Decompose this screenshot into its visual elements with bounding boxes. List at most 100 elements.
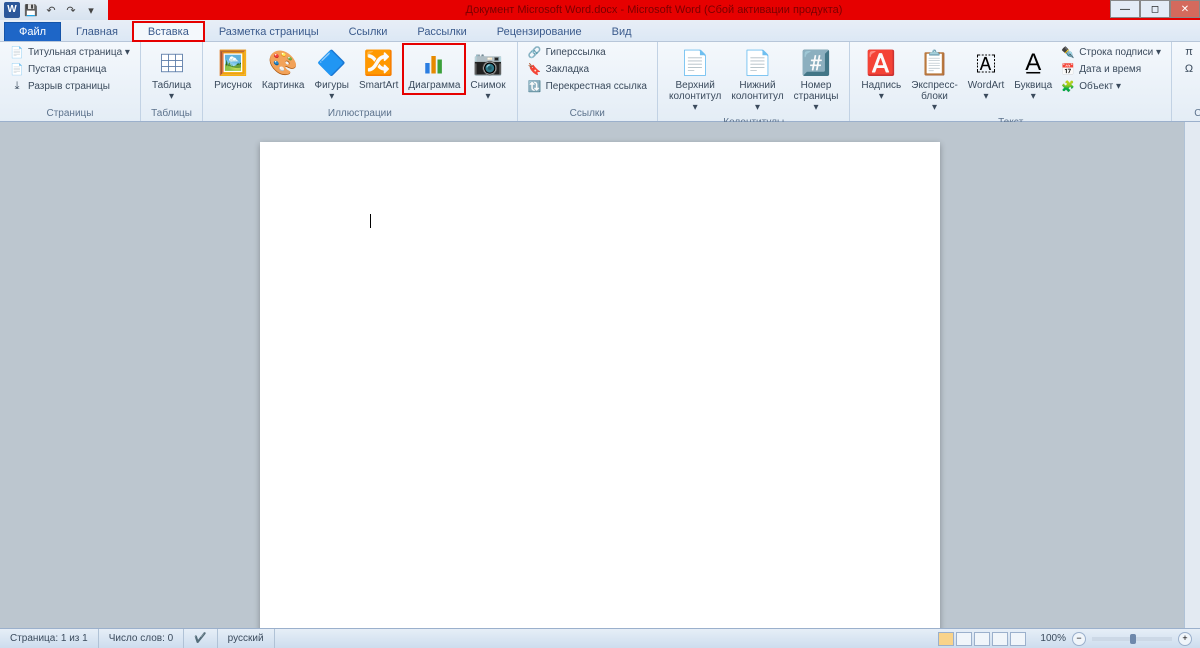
tab-file[interactable]: Файл (4, 22, 61, 41)
group-label-pages: Страницы (6, 107, 134, 121)
clipart-icon: 🎨 (267, 47, 299, 79)
undo-button[interactable]: ↶ (42, 2, 60, 18)
screenshot-button[interactable]: 📷Снимок ▾ (465, 44, 510, 105)
page-number-button[interactable]: #️⃣Номер страницы ▾ (789, 44, 844, 116)
view-switcher (932, 632, 1032, 646)
signature-line-button[interactable]: ✒️Строка подписи ▾ (1057, 44, 1165, 60)
crossref-icon: 🔃 (528, 79, 542, 93)
picture-icon: 🖼️ (217, 47, 249, 79)
group-symbols: πФормула ▾ ΩСимвол ▾ Символы (1172, 42, 1200, 121)
clipart-button[interactable]: 🎨Картинка (257, 44, 310, 94)
signature-icon: ✒️ (1061, 45, 1075, 59)
title-bar: W 💾 ↶ ↷ ▾ Документ Microsoft Word.docx -… (0, 0, 1200, 20)
table-icon (156, 47, 188, 79)
group-tables: Таблица ▾ Таблицы (141, 42, 203, 121)
datetime-button[interactable]: 📅Дата и время (1057, 61, 1165, 77)
footer-button[interactable]: 📄Нижний колонтитул ▾ (726, 44, 788, 116)
zoom-slider-thumb[interactable] (1130, 634, 1136, 644)
view-outline[interactable] (992, 632, 1008, 646)
quick-access-toolbar: W 💾 ↶ ↷ ▾ (0, 0, 104, 20)
status-page[interactable]: Страница: 1 из 1 (0, 629, 99, 648)
picture-button[interactable]: 🖼️Рисунок (209, 44, 257, 94)
save-button[interactable]: 💾 (22, 2, 40, 18)
blank-page-icon: 📄 (10, 62, 24, 76)
view-web-layout[interactable] (974, 632, 990, 646)
zoom-control: 100% − + (1032, 632, 1200, 646)
vertical-scrollbar[interactable] (1184, 122, 1200, 628)
quickparts-button[interactable]: 📋Экспресс-блоки ▾ (906, 44, 963, 116)
status-word-count[interactable]: Число слов: 0 (99, 629, 184, 648)
tab-mailings[interactable]: Рассылки (402, 22, 481, 41)
redo-button[interactable]: ↷ (62, 2, 80, 18)
document-page[interactable] (260, 142, 940, 628)
page-break-button[interactable]: ⤓Разрыв страницы (6, 78, 134, 94)
status-proofing[interactable]: ✔️ (184, 629, 217, 648)
textbox-button[interactable]: 🅰️Надпись ▾ (856, 44, 906, 105)
bookmark-button[interactable]: 🔖Закладка (524, 61, 651, 77)
smartart-button[interactable]: 🔀SmartArt (354, 44, 403, 94)
wordart-icon: 🇦 (970, 47, 1002, 79)
page-number-icon: #️⃣ (800, 47, 832, 79)
tab-view[interactable]: Вид (597, 22, 647, 41)
chart-icon (418, 47, 450, 79)
wordart-button[interactable]: 🇦WordArt ▾ (963, 44, 1010, 105)
qat-customize-button[interactable]: ▾ (82, 2, 100, 18)
hyperlink-icon: 🔗 (528, 45, 542, 59)
group-text: 🅰️Надпись ▾ 📋Экспресс-блоки ▾ 🇦WordArt ▾… (850, 42, 1172, 121)
ribbon: 📄Титульная страница ▾ 📄Пустая страница ⤓… (0, 42, 1200, 122)
object-icon: 🧩 (1061, 79, 1075, 93)
header-icon: 📄 (679, 47, 711, 79)
group-label-links: Ссылки (524, 107, 651, 121)
view-full-screen[interactable] (956, 632, 972, 646)
shapes-icon: 🔷 (316, 47, 348, 79)
tab-page-layout[interactable]: Разметка страницы (204, 22, 334, 41)
tab-insert[interactable]: Вставка (133, 22, 204, 41)
status-bar: Страница: 1 из 1 Число слов: 0 ✔️ русски… (0, 628, 1200, 648)
bookmark-icon: 🔖 (528, 62, 542, 76)
dropcap-icon: A̲ (1017, 47, 1049, 79)
view-print-layout[interactable] (938, 632, 954, 646)
group-links: 🔗Гиперссылка 🔖Закладка 🔃Перекрестная ссы… (518, 42, 658, 121)
group-headers: 📄Верхний колонтитул ▾ 📄Нижний колонтитул… (658, 42, 850, 121)
status-language[interactable]: русский (218, 629, 275, 648)
shapes-button[interactable]: 🔷Фигуры ▾ (309, 44, 353, 105)
hyperlink-button[interactable]: 🔗Гиперссылка (524, 44, 651, 60)
textbox-icon: 🅰️ (865, 47, 897, 79)
cover-page-button[interactable]: 📄Титульная страница ▾ (6, 44, 134, 60)
header-button[interactable]: 📄Верхний колонтитул ▾ (664, 44, 726, 116)
table-button[interactable]: Таблица ▾ (147, 44, 196, 105)
equation-button[interactable]: πФормула ▾ (1178, 44, 1200, 60)
tab-references[interactable]: Ссылки (334, 22, 403, 41)
datetime-icon: 📅 (1061, 62, 1075, 76)
word-app-icon[interactable]: W (4, 2, 20, 18)
zoom-in-button[interactable]: + (1178, 632, 1192, 646)
window-controls: — ◻ ✕ (1110, 0, 1200, 18)
smartart-icon: 🔀 (363, 47, 395, 79)
screenshot-icon: 📷 (472, 47, 504, 79)
group-illustrations: 🖼️Рисунок 🎨Картинка 🔷Фигуры ▾ 🔀SmartArt … (203, 42, 517, 121)
object-button[interactable]: 🧩Объект ▾ (1057, 78, 1165, 94)
zoom-out-button[interactable]: − (1072, 632, 1086, 646)
footer-icon: 📄 (742, 47, 774, 79)
zoom-level[interactable]: 100% (1040, 633, 1066, 644)
text-cursor (370, 214, 371, 228)
group-pages: 📄Титульная страница ▾ 📄Пустая страница ⤓… (0, 42, 141, 121)
zoom-slider[interactable] (1092, 637, 1172, 641)
ribbon-tabs: Файл Главная Вставка Разметка страницы С… (0, 20, 1200, 42)
symbol-button[interactable]: ΩСимвол ▾ (1178, 61, 1200, 77)
view-draft[interactable] (1010, 632, 1026, 646)
document-canvas[interactable] (0, 122, 1200, 628)
cover-page-icon: 📄 (10, 45, 24, 59)
close-button[interactable]: ✕ (1170, 0, 1200, 18)
maximize-button[interactable]: ◻ (1140, 0, 1170, 18)
blank-page-button[interactable]: 📄Пустая страница (6, 61, 134, 77)
symbol-icon: Ω (1182, 62, 1196, 76)
tab-review[interactable]: Рецензирование (482, 22, 597, 41)
dropcap-button[interactable]: A̲Буквица ▾ (1009, 44, 1057, 105)
chart-button[interactable]: Диаграмма (403, 44, 465, 94)
minimize-button[interactable]: — (1110, 0, 1140, 18)
group-label-tables: Таблицы (147, 107, 196, 121)
tab-home[interactable]: Главная (61, 22, 133, 41)
crossref-button[interactable]: 🔃Перекрестная ссылка (524, 78, 651, 94)
group-label-illustrations: Иллюстрации (209, 107, 510, 121)
